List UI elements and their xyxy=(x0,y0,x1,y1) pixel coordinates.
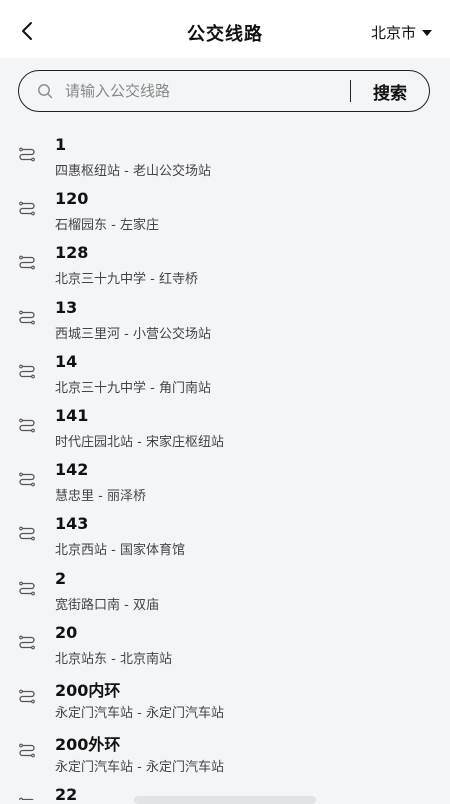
route-icon xyxy=(19,418,35,433)
route-item[interactable]: 2 宽街路口南 - 双庙 xyxy=(0,562,450,616)
top-bar: 公交线路 北京市 xyxy=(0,0,450,58)
route-item[interactable]: 200内环永定门汽车站 - 永定门汽车站 xyxy=(0,670,450,724)
route-icon xyxy=(19,635,35,650)
search-bar: 搜索 xyxy=(18,70,430,112)
route-stops: 北京三十九中学 - 角门南站 xyxy=(55,380,211,396)
route-stops: 慧忠里 - 丽泽桥 xyxy=(55,489,146,505)
route-stops: 西城三里河 - 小营公交场站 xyxy=(55,326,211,342)
route-name: 2 xyxy=(55,568,67,588)
route-item[interactable]: 1 四惠枢纽站 - 老山公交场站 xyxy=(0,128,450,182)
route-icon xyxy=(19,201,35,216)
route-item[interactable]: 13 西城三里河 - 小营公交场站 xyxy=(0,291,450,345)
route-item[interactable]: 20 北京站东 - 北京南站 xyxy=(0,616,450,670)
route-name: 141 xyxy=(55,405,89,425)
city-label: 北京市 xyxy=(370,24,416,42)
route-stops: 永定门汽车站 - 永定门汽车站 xyxy=(55,705,224,721)
route-name: 200外环 xyxy=(55,735,121,755)
route-icon xyxy=(19,526,35,541)
route-item[interactable]: 120 石榴园东 - 左家庄 xyxy=(0,182,450,236)
city-selector[interactable]: 北京市 xyxy=(371,22,432,43)
route-name: 128 xyxy=(55,243,89,263)
route-stops: 北京站东 - 北京南站 xyxy=(55,651,172,667)
route-name: 22 xyxy=(55,785,78,800)
route-name: 143 xyxy=(55,514,89,534)
route-stops: 石榴园东 - 左家庄 xyxy=(55,218,159,234)
route-name: 14 xyxy=(55,351,78,371)
route-name: 1 xyxy=(55,135,67,154)
search-icon xyxy=(38,84,53,99)
route-item[interactable]: 142 慧忠里 - 丽泽桥 xyxy=(0,453,450,507)
route-icon xyxy=(19,310,35,324)
route-stops: 宽街路口南 - 双庙 xyxy=(55,597,159,613)
route-name: 20 xyxy=(55,622,78,642)
route-item[interactable]: 143 北京西站 - 国家体育馆 xyxy=(0,507,450,561)
route-icon xyxy=(19,689,35,704)
route-icon xyxy=(19,472,35,487)
search-input[interactable] xyxy=(65,82,350,100)
route-stops: 时代庄园北站 - 宋家庄枢纽站 xyxy=(55,434,224,450)
route-icon xyxy=(19,364,35,379)
route-icon xyxy=(19,797,34,800)
route-item[interactable]: 141 时代庄园北站 - 宋家庄枢纽站 xyxy=(0,399,450,453)
route-icon xyxy=(19,743,35,758)
route-name: 142 xyxy=(55,460,89,480)
bottom-overlay-pill xyxy=(134,796,316,804)
route-icon xyxy=(19,581,35,595)
route-list: 1 四惠枢纽站 - 老山公交场站 120 石榴园东 - 左家庄 128 北京三十九中学 -… xyxy=(0,128,450,800)
route-name: 120 xyxy=(55,189,89,209)
route-name: 13 xyxy=(55,297,78,317)
caret-down-icon xyxy=(422,29,432,36)
route-icon xyxy=(19,147,35,162)
route-stops: 北京三十九中学 - 红寺桥 xyxy=(55,272,198,288)
route-item[interactable]: 200外环永定门汽车站 - 永定门汽车站 xyxy=(0,724,450,778)
search-button[interactable]: 搜索 xyxy=(351,79,429,104)
route-item[interactable]: 14 北京三十九中学 - 角门南站 xyxy=(0,345,450,399)
route-stops: 北京西站 - 国家体育馆 xyxy=(55,543,185,559)
route-icon xyxy=(19,256,35,270)
route-item[interactable]: 128 北京三十九中学 - 红寺桥 xyxy=(0,236,450,290)
route-name: 200内环 xyxy=(55,680,121,700)
route-stops: 四惠枢纽站 - 老山公交场站 xyxy=(55,164,211,179)
route-stops: 永定门汽车站 - 永定门汽车站 xyxy=(55,760,224,776)
